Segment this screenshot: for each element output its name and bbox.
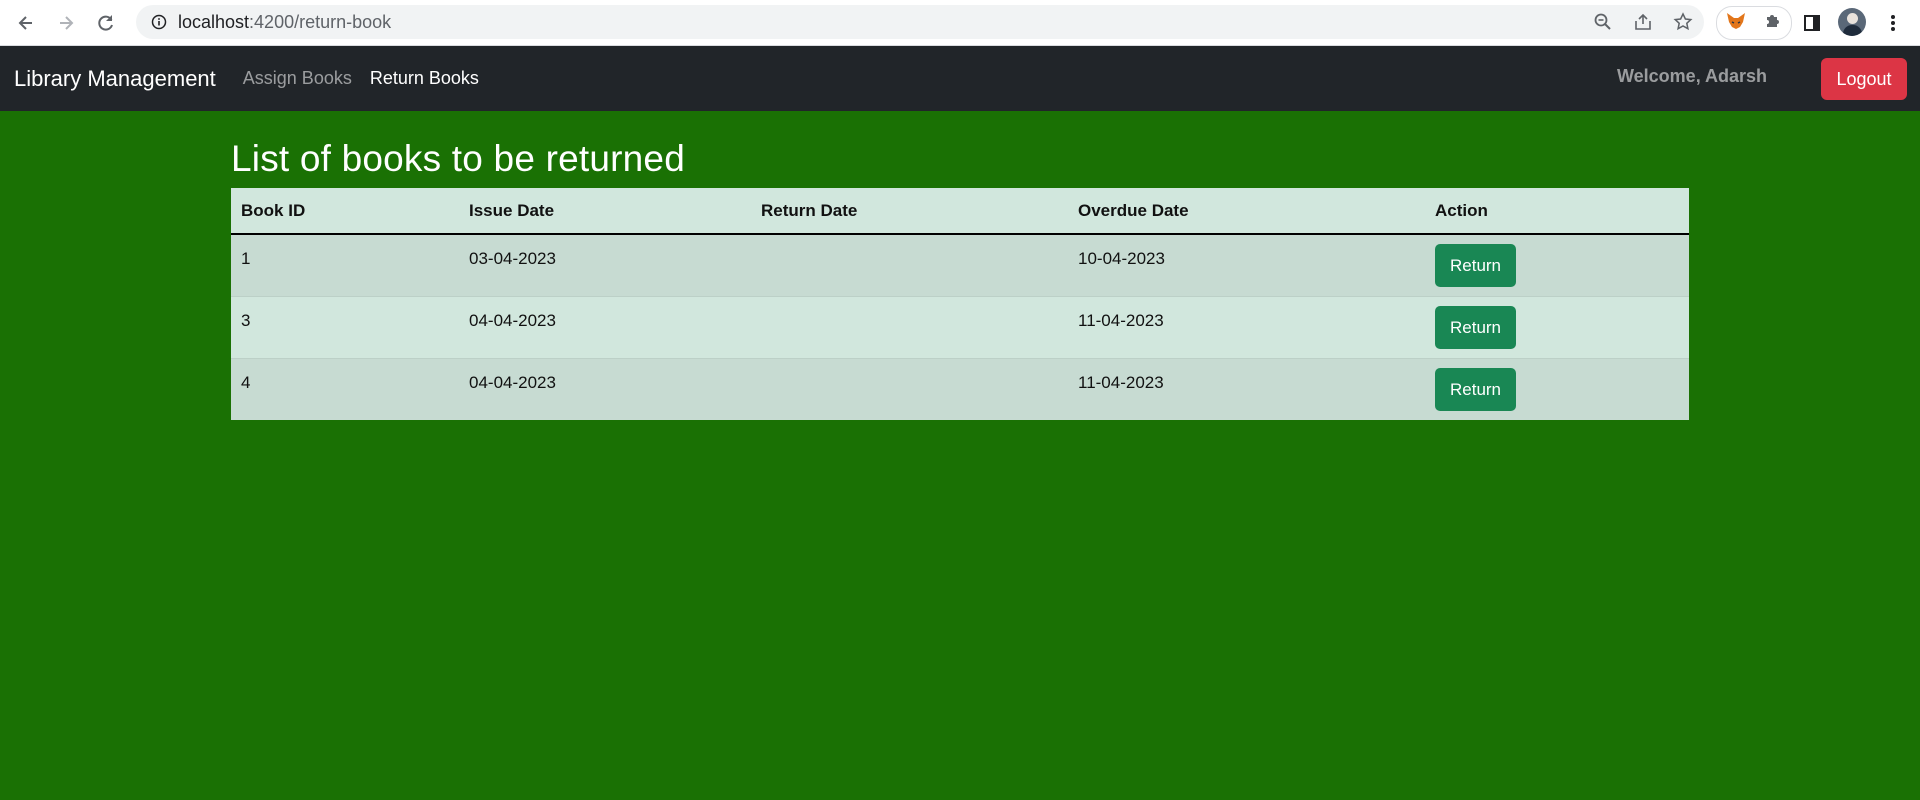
return-books-table: Book ID Issue Date Return Date Overdue D…	[231, 188, 1689, 420]
nav-link-return-books[interactable]: Return Books	[370, 68, 479, 89]
cell-book-id: 4	[231, 358, 459, 420]
cell-issue-date: 04-04-2023	[459, 296, 751, 359]
extensions-group	[1716, 6, 1792, 40]
return-button[interactable]: Return	[1435, 368, 1516, 411]
side-panel-icon[interactable]	[1799, 10, 1825, 36]
header-return-date: Return Date	[751, 188, 1068, 235]
app-navbar: Library Management Assign Books Return B…	[0, 46, 1920, 111]
brand-title[interactable]: Library Management	[14, 66, 216, 92]
share-icon[interactable]	[1632, 11, 1654, 33]
table-row: 3 04-04-2023 11-04-2023 Return	[231, 296, 1689, 359]
table-row: 1 03-04-2023 10-04-2023 Return	[231, 233, 1689, 297]
browser-toolbar: localhost:4200/return-book	[0, 0, 1920, 46]
cell-overdue-date: 11-04-2023	[1068, 358, 1425, 420]
cell-action: Return	[1425, 358, 1689, 420]
return-button[interactable]: Return	[1435, 244, 1516, 287]
logout-button[interactable]: Logout	[1821, 58, 1907, 100]
url-host: localhost	[178, 11, 250, 32]
puzzle-icon[interactable]	[1763, 11, 1783, 36]
return-button[interactable]: Return	[1435, 306, 1516, 349]
back-arrow-icon[interactable]	[12, 9, 40, 37]
cell-return-date	[751, 233, 1068, 297]
header-book-id: Book ID	[231, 188, 459, 235]
cell-action: Return	[1425, 296, 1689, 359]
nav-link-assign-books[interactable]: Assign Books	[243, 68, 352, 89]
header-overdue-date: Overdue Date	[1068, 188, 1425, 235]
page-title: List of books to be returned	[231, 138, 685, 179]
url-text: localhost:4200/return-book	[178, 12, 391, 33]
cell-issue-date: 04-04-2023	[459, 358, 751, 420]
star-icon[interactable]	[1672, 11, 1694, 33]
address-bar[interactable]: localhost:4200/return-book	[136, 5, 1704, 39]
cell-overdue-date: 11-04-2023	[1068, 296, 1425, 359]
cell-book-id: 1	[231, 233, 459, 297]
forward-arrow-icon[interactable]	[52, 9, 80, 37]
header-action: Action	[1425, 188, 1689, 235]
cell-issue-date: 03-04-2023	[459, 233, 751, 297]
reload-icon[interactable]	[92, 9, 120, 37]
table-header-row: Book ID Issue Date Return Date Overdue D…	[231, 188, 1689, 235]
cell-return-date	[751, 296, 1068, 359]
header-issue-date: Issue Date	[459, 188, 751, 235]
url-path: :4200/return-book	[249, 11, 392, 32]
welcome-text: Welcome, Adarsh	[1617, 66, 1768, 86]
table-row: 4 04-04-2023 11-04-2023 Return	[231, 358, 1689, 420]
fox-extension-icon[interactable]	[1725, 10, 1747, 37]
cell-book-id: 3	[231, 296, 459, 359]
kebab-menu-icon[interactable]	[1880, 10, 1906, 36]
zoom-icon[interactable]	[1592, 11, 1614, 33]
cell-return-date	[751, 358, 1068, 420]
main-content: List of books to be returned Book ID Iss…	[231, 128, 1689, 420]
profile-avatar[interactable]	[1838, 8, 1866, 36]
info-icon[interactable]	[150, 13, 168, 31]
cell-action: Return	[1425, 233, 1689, 297]
cell-overdue-date: 10-04-2023	[1068, 233, 1425, 297]
